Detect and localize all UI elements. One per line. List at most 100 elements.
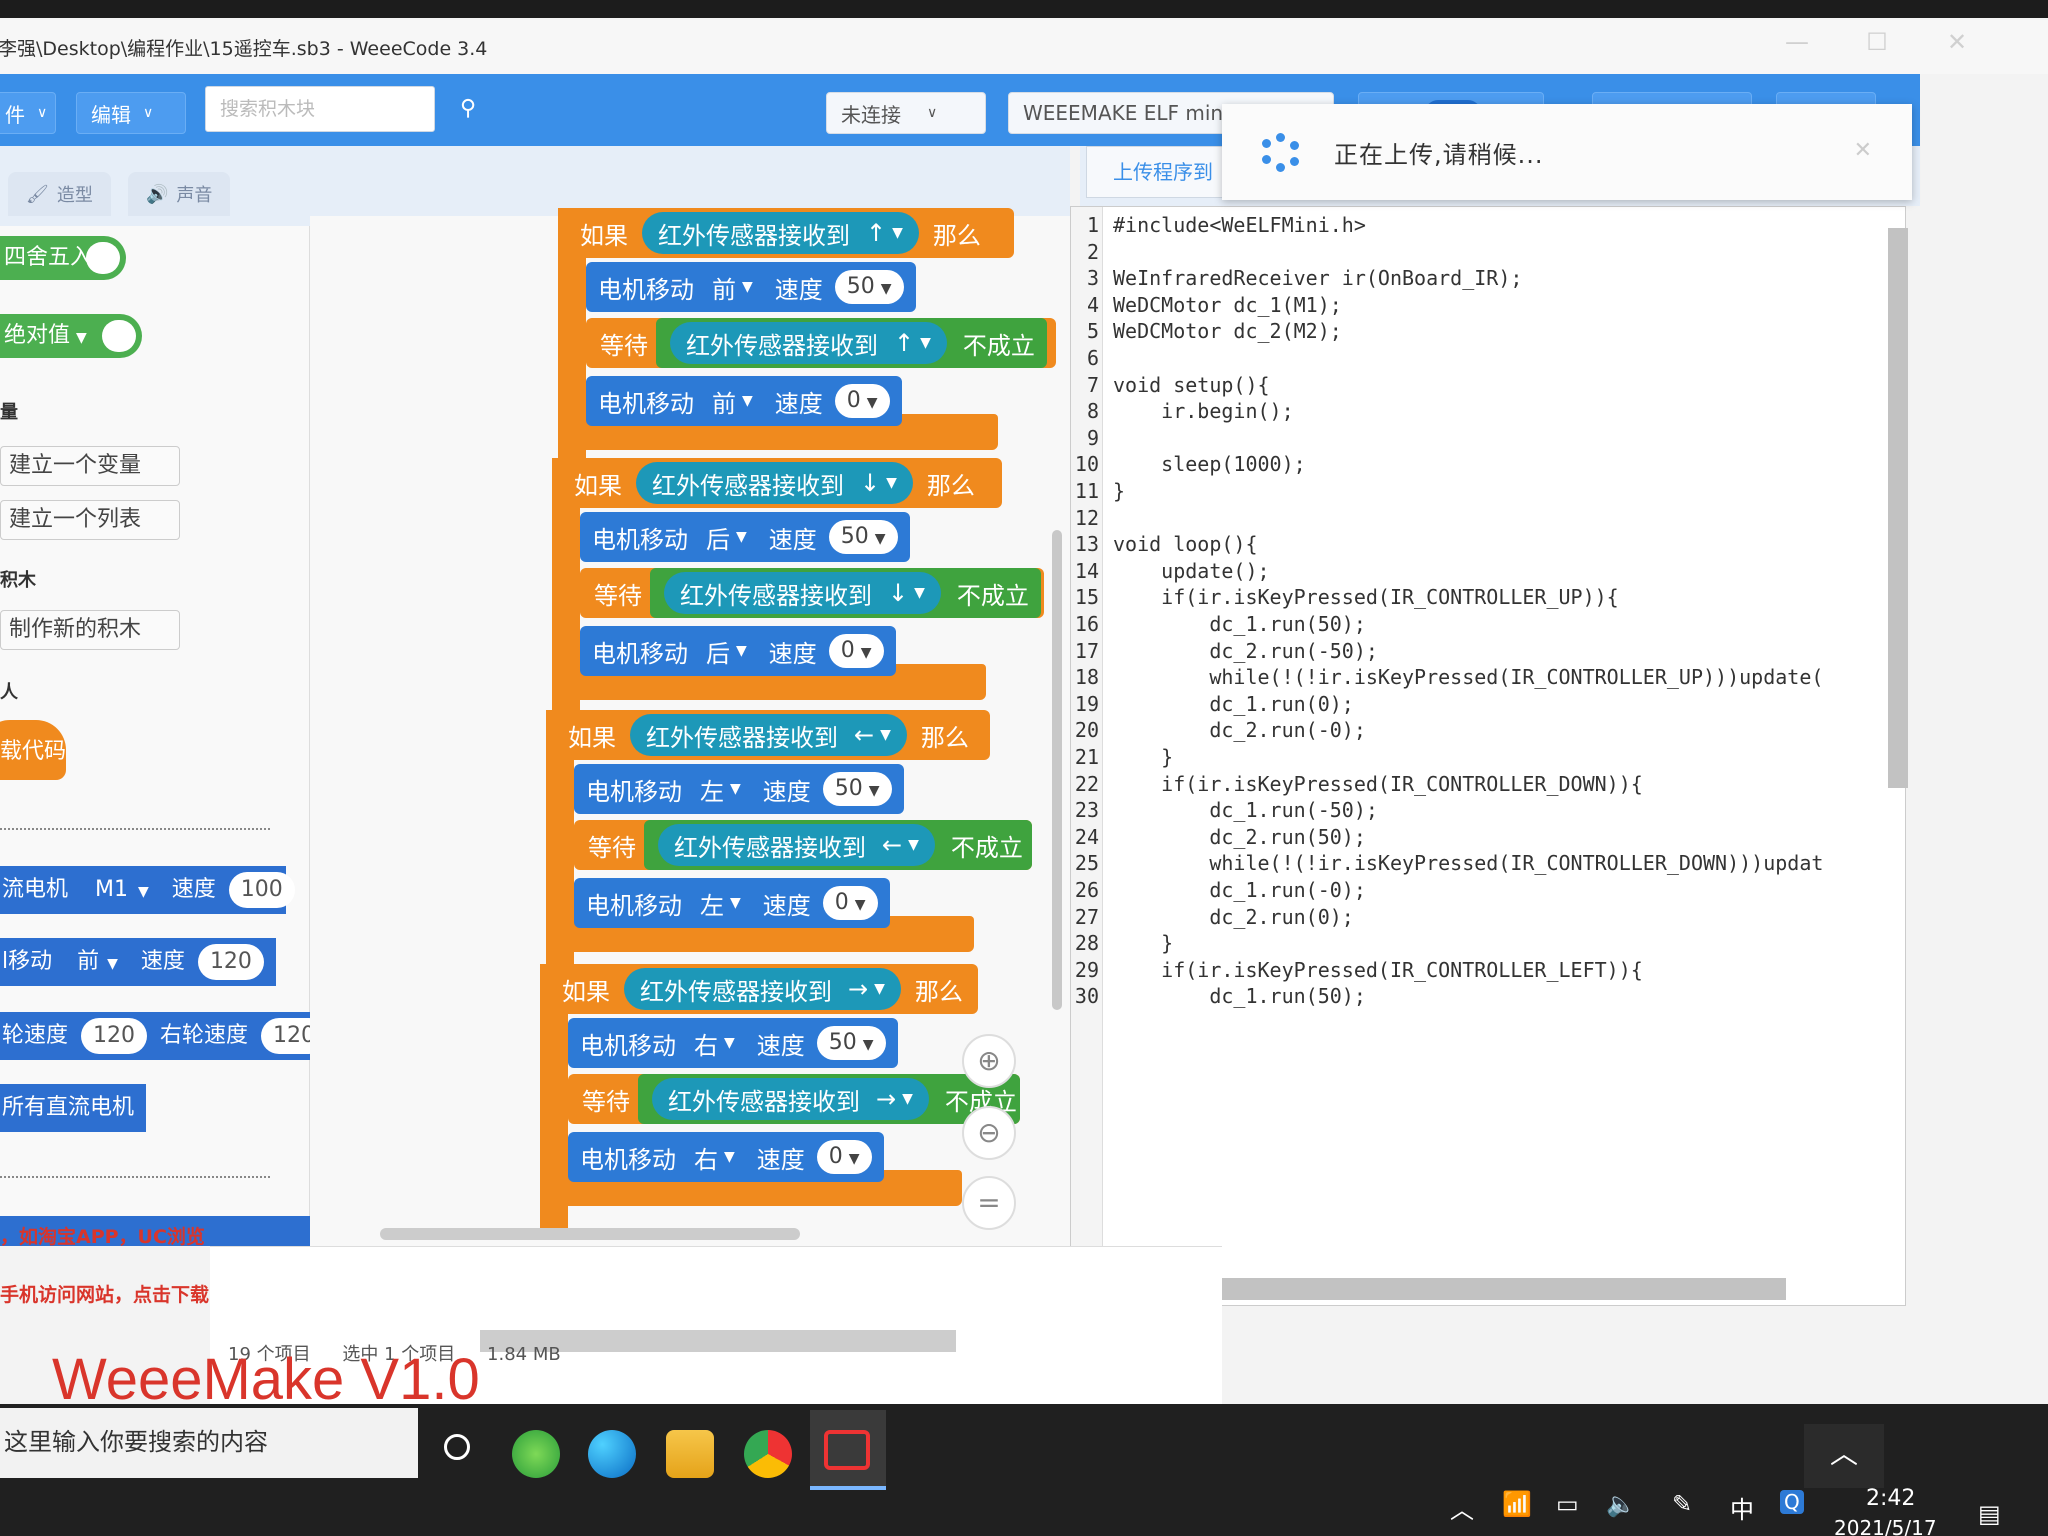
battery-icon[interactable]: ▭ (1556, 1490, 1579, 1518)
volume-icon[interactable]: 🔈 (1606, 1490, 1636, 1518)
make-list-button[interactable]: 建立一个列表 (0, 500, 180, 540)
ir-key-dropdown[interactable]: ↑ (866, 219, 886, 247)
pen-icon[interactable]: ✎ (1672, 1490, 1692, 1518)
search-input[interactable]: 搜索积木块 (205, 86, 435, 132)
edit-menu[interactable]: 编辑 ∨ (76, 92, 186, 134)
motor-move-block[interactable]: 电机移动右 ▼ 速度 50 ▼ (568, 1018, 898, 1068)
ir-sensor-condition[interactable]: 红外传感器接收到 ↑ ▼ (642, 212, 919, 254)
if-then-block[interactable]: 如果 红外传感器接收到 → ▼ 那么 (540, 964, 978, 1014)
wheel-speed-block[interactable]: 轮速度 120 右轮速度 120 (0, 1012, 328, 1060)
file-explorer-icon[interactable] (666, 1430, 714, 1478)
direction-dropdown[interactable]: 左 (700, 886, 724, 921)
ir-sensor-condition[interactable]: 红外传感器接收到 ↑ ▼ (670, 322, 947, 364)
workspace-scrollbar[interactable] (1052, 530, 1062, 1010)
direction-dropdown[interactable]: 右 (694, 1026, 718, 1061)
motor-move-block[interactable]: 电机移动左 ▼ 速度 0 ▼ (574, 878, 890, 928)
ir-key-dropdown[interactable]: → (876, 1085, 896, 1113)
wait-until-block[interactable]: 等待 红外传感器接收到 ↓ ▼ 不成立 (580, 568, 1044, 618)
chevron-up-icon[interactable]: ︿ (1804, 1424, 1884, 1488)
speed-input[interactable]: 0 ▼ (834, 384, 890, 418)
speed-input[interactable]: 0 ▼ (816, 1140, 872, 1174)
motor-move-block[interactable]: 电机移动后 ▼ 速度 0 ▼ (580, 626, 896, 676)
wait-until-block[interactable]: 等待 红外传感器接收到 → ▼ 不成立 (568, 1074, 1020, 1124)
close-icon[interactable]: ✕ (1940, 28, 1974, 62)
left-wheel-value[interactable]: 120 (81, 1018, 148, 1054)
wait-until-block[interactable]: 等待 红外传感器接收到 ← ▼ 不成立 (574, 820, 1032, 870)
speed-input[interactable]: 0 ▼ (822, 886, 878, 920)
direction-dropdown[interactable]: 左 (700, 772, 724, 807)
minimize-icon[interactable]: — (1780, 28, 1814, 62)
not-condition[interactable]: 红外传感器接收到 → ▼ 不成立 (638, 1074, 1020, 1124)
motor-move-block[interactable]: 电机移动左 ▼ 速度 50 ▼ (574, 764, 904, 814)
move-direction[interactable]: 前 (77, 949, 99, 974)
if-then-block[interactable]: 如果 红外传感器接收到 ↑ ▼ 那么 (558, 208, 1014, 258)
zoom-in-icon[interactable]: ⊕ (962, 1034, 1016, 1088)
ir-key-dropdown[interactable]: ← (882, 831, 902, 859)
ir-sensor-condition[interactable]: 红外传感器接收到 ← ▼ (630, 714, 907, 756)
move-block[interactable]: l移动 前 ▼ 速度 120 (0, 938, 276, 986)
wait-until-block[interactable]: 等待 红外传感器接收到 ↑ ▼ 不成立 (586, 318, 1056, 368)
ir-sensor-condition[interactable]: 红外传感器接收到 → ▼ (652, 1078, 929, 1120)
if-then-block[interactable]: 如果 红外传感器接收到 ↓ ▼ 那么 (552, 458, 1002, 508)
if-then-block[interactable]: 如果 红外传感器接收到 ← ▼ 那么 (546, 710, 990, 760)
edge-icon[interactable] (588, 1430, 636, 1478)
speed-input[interactable]: 50 ▼ (828, 520, 898, 554)
clock-time[interactable]: 2:42 (1866, 1486, 1915, 1511)
speed-input[interactable]: 50 ▼ (822, 772, 892, 806)
wifi-icon[interactable]: 📶 (1502, 1490, 1532, 1518)
motor-move-block[interactable]: 电机移动右 ▼ 速度 0 ▼ (568, 1132, 884, 1182)
speed-value[interactable]: 120 (197, 944, 264, 980)
motor-move-block[interactable]: 电机移动前 ▼ 速度 0 ▼ (586, 376, 902, 426)
speed-input[interactable]: 50 ▼ (834, 270, 904, 304)
zoom-reset-icon[interactable]: = (962, 1176, 1016, 1230)
speed-input[interactable]: 0 ▼ (828, 634, 884, 668)
taskbar-search-input[interactable]: 这里输入你要搜索的内容 (0, 1408, 418, 1478)
close-icon[interactable]: ✕ (1854, 138, 1872, 163)
ir-key-dropdown[interactable]: ← (854, 721, 874, 749)
make-variable-button[interactable]: 建立一个变量 (0, 446, 180, 486)
ir-sensor-condition[interactable]: 红外传感器接收到 → ▼ (624, 968, 901, 1010)
tab-sound[interactable]: 🔊 声音 (128, 172, 231, 216)
ir-key-dropdown[interactable]: ↓ (860, 469, 880, 497)
direction-dropdown[interactable]: 前 (712, 270, 736, 305)
workspace-hscrollbar[interactable] (380, 1228, 800, 1240)
ir-key-dropdown[interactable]: → (848, 975, 868, 1003)
ime-indicator[interactable]: 中 (1730, 1490, 1754, 1525)
search-icon[interactable]: ⚲ (460, 96, 476, 121)
connection-select[interactable]: 未连接 ∨ (826, 92, 986, 134)
notification-icon[interactable]: ▤ (1978, 1500, 2001, 1528)
file-menu[interactable]: 件 ∨ (0, 92, 56, 134)
browser-360-icon[interactable] (512, 1430, 560, 1478)
ir-key-dropdown[interactable]: ↓ (888, 579, 908, 607)
maximize-icon[interactable]: ☐ (1860, 28, 1894, 62)
app-tray-icon[interactable]: Q (1780, 1490, 1804, 1514)
upload-button[interactable]: 上传程序到 (1086, 146, 1236, 198)
make-block-button[interactable]: 制作新的积木 (0, 610, 180, 650)
direction-dropdown[interactable]: 后 (706, 634, 730, 669)
tab-costume[interactable]: 🖌 造型 (8, 172, 111, 216)
upload-code-block[interactable]: 载代码 (0, 720, 66, 780)
ir-sensor-condition[interactable]: 红外传感器接收到 ← ▼ (658, 824, 935, 866)
zoom-out-icon[interactable]: ⊖ (962, 1106, 1016, 1160)
direction-dropdown[interactable]: 右 (694, 1140, 718, 1175)
direction-dropdown[interactable]: 后 (706, 520, 730, 555)
not-condition[interactable]: 红外传感器接收到 ↑ ▼ 不成立 (656, 318, 1047, 368)
ir-key-dropdown[interactable]: ↑ (894, 329, 914, 357)
motor-move-block[interactable]: 电机移动后 ▼ 速度 50 ▼ (580, 512, 910, 562)
code-editor[interactable]: 1 #include<WeELFMini.h> 2 3 WeInfraredReceiv… (1070, 206, 1906, 1306)
ir-sensor-condition[interactable]: 红外传感器接收到 ↓ ▼ (664, 572, 941, 614)
motor-move-block[interactable]: 电机移动前 ▼ 速度 50 ▼ (586, 262, 916, 312)
motor-port[interactable]: M1 (95, 877, 128, 902)
ir-sensor-condition[interactable]: 红外传感器接收到 ↓ ▼ (636, 462, 913, 504)
dc-motor-block[interactable]: 流电机 M1 ▼ 速度 100 (0, 866, 295, 914)
speed-value[interactable]: 100 (228, 872, 295, 908)
stop-all-motors-block[interactable]: 所有直流电机 (0, 1084, 146, 1132)
round-block[interactable]: 四舍五入 (0, 236, 126, 280)
chrome-icon[interactable] (744, 1430, 792, 1478)
code-vscrollbar[interactable] (1888, 228, 1908, 788)
direction-dropdown[interactable]: 前 (712, 384, 736, 419)
speed-input[interactable]: 50 ▼ (816, 1026, 886, 1060)
cortana-icon[interactable] (444, 1434, 470, 1460)
not-condition[interactable]: 红外传感器接收到 ↓ ▼ 不成立 (650, 568, 1041, 618)
not-condition[interactable]: 红外传感器接收到 ← ▼ 不成立 (644, 820, 1032, 870)
